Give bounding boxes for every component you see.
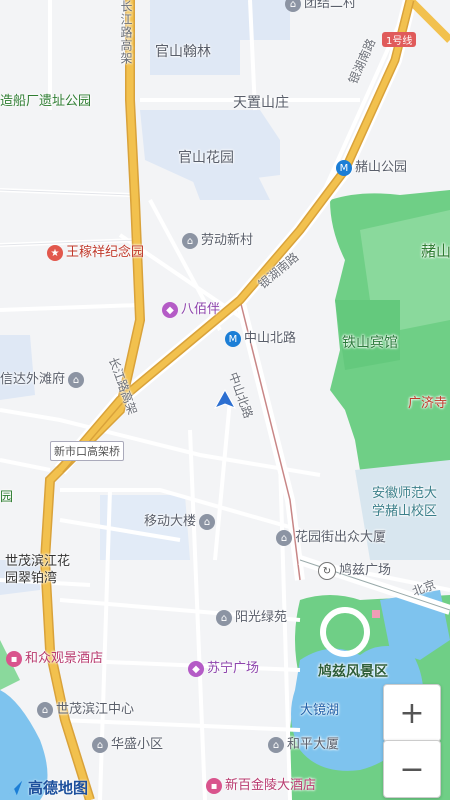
zoom-in-button[interactable]: +: [383, 684, 441, 742]
shopping-icon: ◆: [188, 661, 204, 677]
map-canvas[interactable]: [0, 0, 450, 800]
university-label: 安徽师范大: [372, 486, 438, 501]
hotel-icon: ▪: [6, 651, 22, 667]
area-label: 园翠铂湾: [5, 571, 58, 586]
scenic-label-jiuzi: 鸠兹风景区: [318, 664, 388, 680]
poi-zhongshan-metro[interactable]: M 中山北路: [225, 331, 296, 347]
area-label: 官山翰林: [155, 44, 211, 60]
metro-station-icon: M: [336, 160, 352, 176]
temple-label-guangji: 广济寺: [408, 396, 448, 411]
amap-arrow-icon: [7, 780, 23, 795]
park-label-left: 园: [0, 490, 14, 505]
poi-huasheng[interactable]: ⌂ 华盛小区: [92, 737, 163, 753]
bridge-label-xinshikou: 新市口高架桥: [50, 441, 124, 461]
amap-logo: 高德地图: [6, 777, 88, 798]
building-icon: ⌂: [216, 610, 232, 626]
poi-laodong[interactable]: ⌂ 劳动新村: [182, 233, 253, 249]
area-label: 世茂滨江花: [5, 554, 71, 569]
poi-zhushan-metro[interactable]: M 赭山公园: [336, 160, 407, 176]
building-icon: ⌂: [182, 233, 198, 249]
poi-xinbai[interactable]: ▪ 新百金陵大酒店: [206, 778, 316, 794]
building-icon: ⌂: [37, 702, 53, 718]
building-icon: ⌂: [268, 737, 284, 753]
poi-wang-memorial[interactable]: ★ 王稼祥纪念园: [47, 245, 144, 261]
park-label-zhushan: 赭山: [421, 242, 450, 260]
lake-label: 大镜湖: [300, 703, 340, 718]
landmark-icon: ★: [47, 245, 63, 261]
area-label: 天置山庄: [233, 95, 289, 111]
metro-station-icon: M: [225, 331, 241, 347]
building-icon: ⌂: [92, 737, 108, 753]
poi-heping[interactable]: ⌂ 和平大厦: [268, 737, 339, 753]
poi-yangguang[interactable]: ⌂ 阳光绿苑: [216, 610, 287, 626]
poi-mobile-building[interactable]: 移动大楼 ⌂: [144, 514, 216, 530]
poi-shipyard-park[interactable]: 造船厂遗址公园: [0, 94, 91, 110]
roundabout-icon: ↻: [318, 562, 336, 580]
poi-babaiban[interactable]: ◆ 八佰伴: [162, 302, 220, 318]
building-icon: ⌂: [68, 372, 85, 388]
poi-xinda[interactable]: 信达外滩府 ⌂: [0, 372, 85, 388]
metro-line-badge: 1号线: [382, 32, 417, 47]
poi-huayuanjie[interactable]: ⌂ 花园街出众大厦: [276, 530, 386, 546]
hotel-label-tieshan: 铁山宾馆: [342, 335, 398, 351]
building-icon: ⌂: [199, 514, 216, 530]
poi-jiuzi-square[interactable]: ↻ 鸠兹广场: [318, 562, 391, 580]
university-label-2: 学赭山校区: [372, 504, 438, 519]
poi-tuanjie[interactable]: ⌂ 团结二村: [285, 0, 356, 12]
brand-name: 高德地图: [28, 779, 89, 797]
zoom-out-button[interactable]: −: [383, 740, 441, 798]
shopping-icon: ◆: [162, 302, 178, 318]
building-icon: ⌂: [276, 530, 292, 546]
poi-shimao-center[interactable]: ⌂ 世茂滨江中心: [37, 702, 134, 718]
area-label: 官山花园: [178, 150, 234, 166]
hotel-icon: ▪: [206, 778, 222, 794]
poi-suning[interactable]: ◆ 苏宁广场: [188, 661, 259, 677]
poi-hezhong-hotel[interactable]: ▪ 和众观景酒店: [6, 651, 103, 667]
building-icon: ⌂: [285, 0, 301, 12]
road-label-changjiang: 长江路高架: [119, 0, 133, 65]
